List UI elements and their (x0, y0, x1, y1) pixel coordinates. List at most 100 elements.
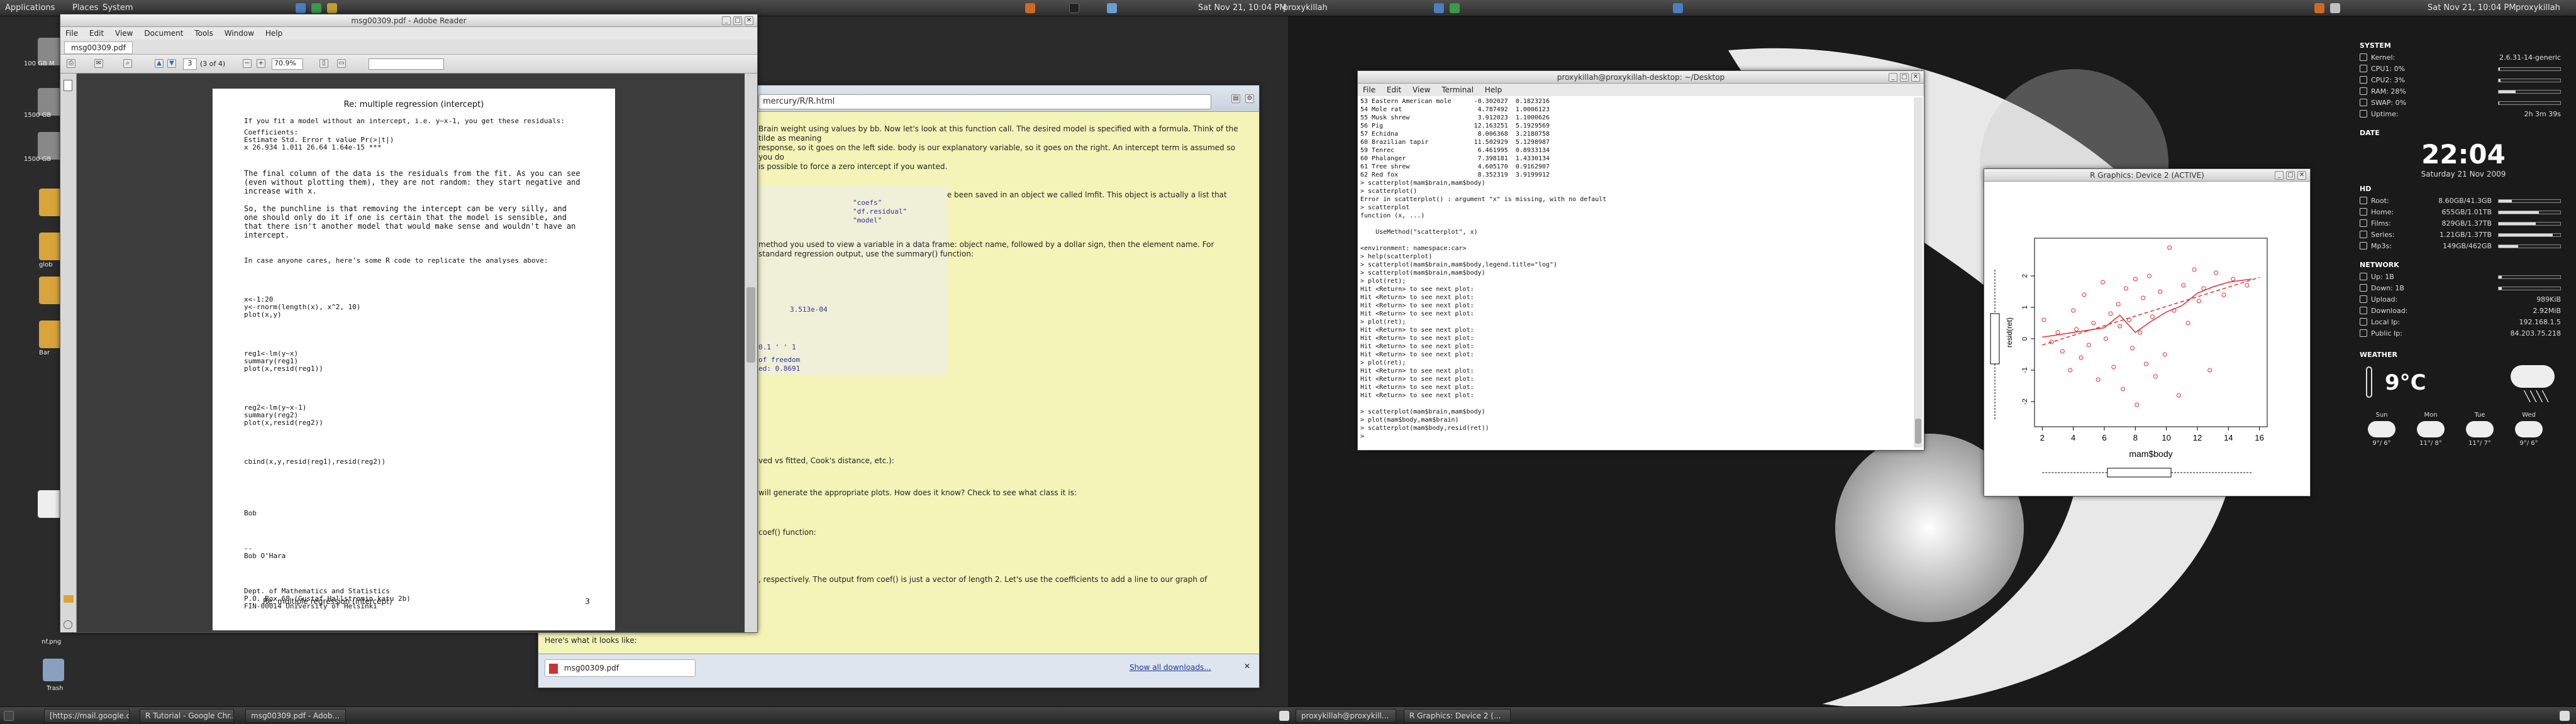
code-line: plot(x,resid(reg2)) (244, 419, 323, 427)
page-number-input[interactable]: 3 (183, 58, 197, 70)
menu-edit[interactable]: Edit (1387, 85, 1401, 94)
minimize-button[interactable]: _ (722, 16, 731, 25)
taskbar-gmail[interactable]: [https://mail.google.c... (44, 709, 130, 723)
print-icon[interactable]: ⎙ (67, 59, 75, 68)
minimize-button[interactable]: _ (1889, 73, 1897, 82)
show-all-downloads-link[interactable]: Show all downloads... (1130, 663, 1211, 672)
app-launcher-icon-3[interactable] (1673, 3, 1683, 13)
download-item[interactable]: msg00309.pdf (545, 659, 696, 677)
panel-user[interactable]: proxykillah (1283, 3, 1328, 13)
terminal-launcher-icon[interactable] (1069, 3, 1079, 13)
app-launcher-icon-2[interactable] (1450, 3, 1460, 13)
panel-clock-2[interactable]: Sat Nov 21, 10:04 PM (2428, 3, 2516, 13)
menu-edit[interactable]: Edit (89, 29, 104, 38)
monitor-value: 829GB/1.37TB (2441, 219, 2492, 228)
pdf-scrollbar[interactable] (745, 74, 757, 632)
usage-bar-fill (2499, 79, 2501, 82)
monitor-row: Download: 2.92MiB (2360, 305, 2567, 317)
zoom-in-icon[interactable]: + (257, 59, 265, 68)
menu-system[interactable]: System (103, 3, 133, 13)
browser-tools-menu-icon[interactable]: ⚙ (1245, 94, 1254, 103)
pages-panel-icon[interactable] (64, 80, 72, 91)
menu-help[interactable]: Help (265, 29, 282, 38)
tutorial-paragraph: , respectively. The output from coef() i… (758, 575, 1208, 584)
panel-user-2[interactable]: proxykillah (2516, 3, 2560, 13)
rain-cloud-icon (2368, 421, 2396, 437)
previous-page-icon[interactable]: ▲ (155, 59, 164, 68)
terminal-line: Hit <Return> to see next plot: (1360, 286, 1474, 293)
close-button[interactable]: ✕ (745, 16, 753, 25)
menu-view[interactable]: View (115, 29, 133, 38)
scrollbar-thumb[interactable] (747, 287, 755, 363)
usage-bar (2498, 244, 2561, 248)
taskbar-r-graphics[interactable]: R Graphics: Device 2 (... (1404, 709, 1511, 723)
maximize-button[interactable]: □ (733, 16, 742, 25)
close-shelf-icon[interactable]: ✕ (1244, 662, 1250, 671)
browser-launcher-icon[interactable] (296, 3, 306, 13)
terminal-line: 62 Red fox 8.352319 3.9199912 (1360, 172, 1550, 178)
browser-page-menu-icon[interactable]: ▤ (1231, 94, 1240, 103)
monitor-row: RAM: 28% (2360, 86, 2567, 97)
menu-applications[interactable]: Applications (5, 3, 55, 13)
data-point (2068, 368, 2073, 373)
next-page-icon[interactable]: ▼ (167, 59, 176, 68)
pdf-tab[interactable]: msg00309.pdf (64, 41, 133, 54)
terminal-output[interactable]: 53 Eastern American mole -0.302027 0.182… (1360, 97, 1911, 447)
folder-label: Bar (39, 349, 50, 356)
fit-page-icon[interactable]: ▯ (319, 59, 328, 68)
menu-document[interactable]: Document (144, 29, 183, 38)
taskbar-terminal[interactable]: proxykillah@proxykill... (1296, 709, 1396, 723)
monitor-value: 2h 3m 39s (2524, 110, 2561, 118)
email-icon[interactable]: ✉ (94, 59, 103, 68)
maximize-button[interactable]: □ (1900, 73, 1909, 82)
folder-launcher-icon[interactable] (327, 3, 337, 13)
panel-clock[interactable]: Sat Nov 21, 10:04 PM (1198, 3, 1286, 13)
back-icon-2[interactable] (2314, 3, 2324, 13)
comments-panel-icon[interactable] (64, 595, 74, 603)
menu-terminal[interactable]: Terminal (1441, 85, 1474, 94)
menu-view[interactable]: View (1413, 85, 1430, 94)
minimize-button[interactable]: _ (2275, 171, 2284, 180)
trash-applet-icon[interactable] (1279, 711, 1289, 721)
close-button[interactable]: ✕ (2297, 171, 2306, 180)
zoom-out-icon[interactable]: − (243, 59, 252, 68)
scrollbar-thumb[interactable] (1915, 419, 1921, 444)
data-point (2138, 330, 2143, 335)
menu-window[interactable]: Window (225, 29, 254, 38)
app-launcher-icon[interactable] (311, 3, 321, 13)
terminal-line: Error in scatterplot() : argument "x" is… (1360, 196, 1607, 203)
search-icon[interactable]: ⌕ (123, 59, 132, 68)
trash-icon[interactable] (43, 659, 64, 681)
monitor-icon (2360, 87, 2367, 95)
menu-tools[interactable]: Tools (194, 29, 213, 38)
menu-file[interactable]: File (1363, 85, 1375, 94)
taskbar-r-tutorial[interactable]: R Tutorial - Google Chr... (140, 709, 234, 723)
maximize-button[interactable]: □ (2286, 171, 2295, 180)
taskbar-adobe-reader[interactable]: msg00309.pdf - Adob... (245, 709, 346, 723)
browser-launcher-icon-2[interactable] (1434, 3, 1444, 13)
menu-places[interactable]: Places (72, 3, 98, 13)
menu-file[interactable]: File (65, 29, 78, 38)
monitor-label: Series: (2371, 231, 2395, 239)
monitor-value: 192.168.1.5 (2519, 318, 2561, 326)
terminal-scrollbar[interactable] (1914, 97, 1923, 447)
usage-bar (2498, 101, 2561, 105)
fit-width-icon[interactable]: ▭ (337, 59, 346, 68)
monitor-icon (2360, 76, 2367, 84)
find-input[interactable] (369, 58, 444, 70)
show-desktop-icon[interactable] (4, 711, 14, 721)
data-point (2118, 324, 2123, 329)
terminal-line: > scatterplot(mam$brain,mam$body) (1360, 409, 1485, 415)
menu-help[interactable]: Help (1485, 85, 1502, 94)
monitor-row: Root: 8.60GB/41.3GB (2360, 195, 2567, 207)
attachments-panel-icon[interactable] (64, 620, 72, 629)
close-button[interactable]: ✕ (1911, 73, 1920, 82)
system-monitor-sidebar: SYSTEM Kernel: 2.6.31-14-generic CPU1: 0% C… (2360, 35, 2567, 457)
trash-applet-icon-2[interactable] (2560, 711, 2570, 721)
address-bar[interactable]: mercury/R/R.html (758, 94, 1211, 109)
image-file-icon[interactable] (38, 490, 63, 518)
terminal-line: > help(scatterplot) (1360, 253, 1433, 260)
back-icon[interactable] (1025, 3, 1035, 13)
zoom-select[interactable]: 70.9% (272, 58, 303, 70)
